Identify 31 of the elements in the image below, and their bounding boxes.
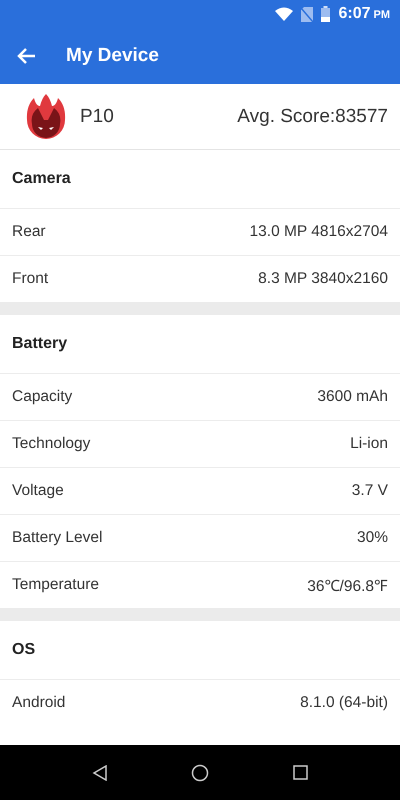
spec-value: 13.0 MP 4816x2704 <box>250 223 388 241</box>
no-sim-icon <box>301 6 314 22</box>
back-icon[interactable] <box>16 47 36 65</box>
section-title: Battery <box>11 334 68 354</box>
spec-value: 30% <box>356 529 388 547</box>
spec-label: Temperature <box>12 576 100 594</box>
spec-label: Android <box>12 694 66 712</box>
section-title: Camera <box>11 169 72 189</box>
spec-label: Capacity <box>12 388 72 406</box>
average-score: Avg. Score:83577 <box>237 106 388 128</box>
device-name: P10 <box>80 106 115 128</box>
spec-value: 3600 mAh <box>317 388 388 406</box>
spec-value: Li-ion <box>350 435 388 453</box>
spec-value: 3.7 V <box>352 482 388 500</box>
screen-title: My Device <box>66 45 159 67</box>
wifi-icon <box>275 7 294 21</box>
home-nav-icon[interactable] <box>191 764 210 782</box>
spec-label: Rear <box>12 223 46 241</box>
spec-value: 36℃/96.8℉ <box>307 577 388 596</box>
spec-value: 8.1.0 (64-bit) <box>300 694 388 712</box>
clock: 6:07 PM <box>338 5 390 23</box>
flame-mascot-icon <box>24 94 68 140</box>
section-title: OS <box>11 640 36 660</box>
battery-icon <box>321 6 330 22</box>
back-nav-icon[interactable] <box>92 764 108 780</box>
spec-value: 8.3 MP 3840x2160 <box>258 270 388 288</box>
recents-nav-icon[interactable] <box>293 765 308 780</box>
spec-label: Voltage <box>12 482 64 500</box>
spec-label: Battery Level <box>12 529 102 547</box>
spec-label: Technology <box>12 435 90 453</box>
spec-label: Front <box>12 270 48 288</box>
